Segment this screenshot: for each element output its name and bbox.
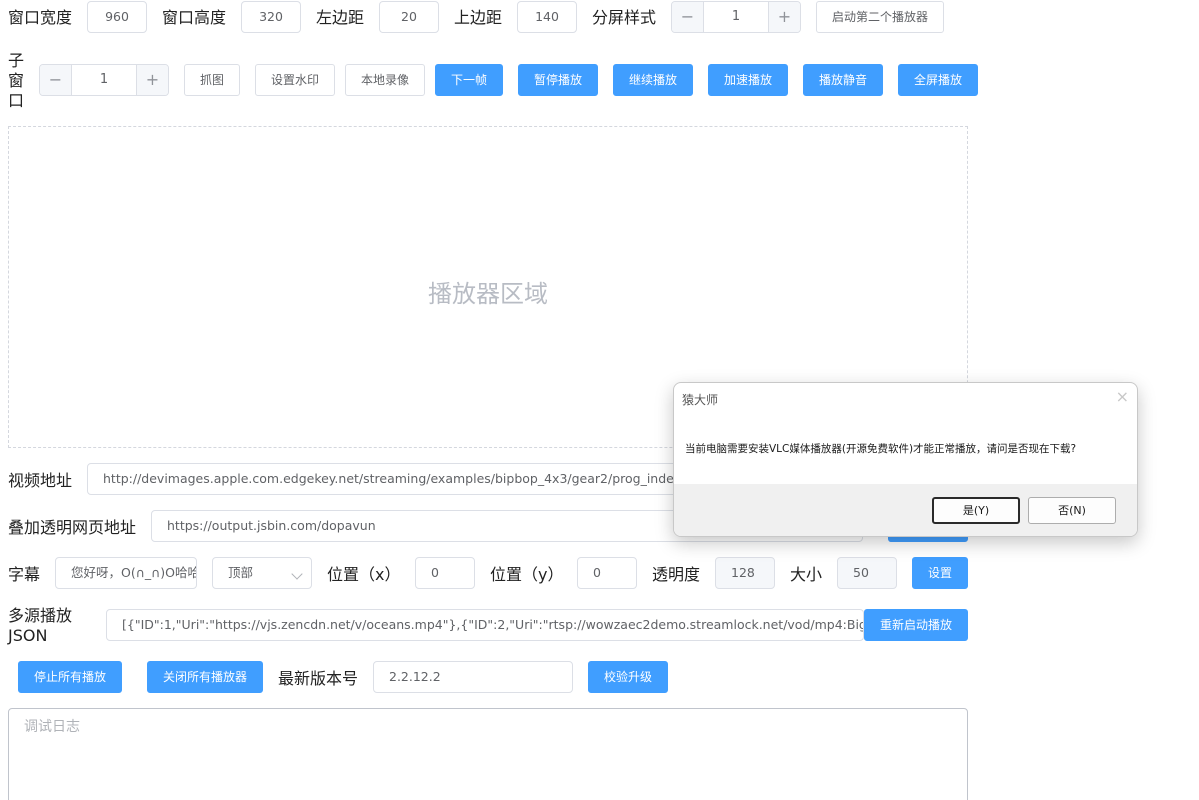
overlay-url-label: 叠加透明网页地址 <box>8 518 137 537</box>
position-x-label: 位置（x） <box>327 565 401 584</box>
sub-window-label-1: 子 <box>8 51 25 70</box>
opacity-label: 透明度 <box>652 565 701 584</box>
minus-icon[interactable]: − <box>40 65 72 95</box>
pause-play-button[interactable]: 暂停播放 <box>518 64 598 96</box>
window-width-label: 窗口宽度 <box>8 8 73 27</box>
top-margin-label: 上边距 <box>454 8 503 27</box>
player-placeholder: 播放器区域 <box>428 280 548 308</box>
position-y-label: 位置（y） <box>490 565 564 584</box>
left-margin-input[interactable]: 20 <box>379 1 439 33</box>
multi-source-label-1: 多源播放 <box>8 606 73 625</box>
plus-icon[interactable]: + <box>768 2 800 32</box>
stop-all-button[interactable]: 停止所有播放 <box>18 661 122 693</box>
sub-window-label-3: 口 <box>8 91 25 110</box>
split-style-stepper[interactable]: − 1 + <box>671 1 801 33</box>
left-margin-label: 左边距 <box>316 8 365 27</box>
set-watermark-button[interactable]: 设置水印 <box>255 64 335 96</box>
yes-button[interactable]: 是(Y) <box>932 497 1020 524</box>
close-all-players-button[interactable]: 关闭所有播放器 <box>147 661 263 693</box>
window-height-label: 窗口高度 <box>162 8 227 27</box>
resume-play-button[interactable]: 继续播放 <box>613 64 693 96</box>
video-url-label: 视频地址 <box>8 471 73 490</box>
mute-button[interactable]: 播放静音 <box>803 64 883 96</box>
debug-log-placeholder: 调试日志 <box>24 719 80 735</box>
chevron-down-icon <box>291 568 303 580</box>
split-style-value[interactable]: 1 <box>704 2 768 32</box>
debug-log-textarea[interactable]: 调试日志 <box>8 708 968 800</box>
restart-play-button[interactable]: 重新启动播放 <box>864 609 968 641</box>
size-label: 大小 <box>790 565 823 584</box>
plus-icon[interactable]: + <box>136 65 168 95</box>
position-x-input[interactable]: 0 <box>415 557 475 589</box>
window-height-input[interactable]: 320 <box>241 1 301 33</box>
speed-up-button[interactable]: 加速播放 <box>708 64 788 96</box>
video-url-input[interactable]: http://devimages.apple.com.edgekey.net/s… <box>87 463 687 495</box>
sub-window-label-2: 窗 <box>8 71 25 90</box>
dialog-footer: 是(Y) 否(N) <box>674 484 1137 536</box>
subtitle-position-select[interactable]: 顶部 <box>212 557 312 589</box>
subtitle-text-input[interactable]: 您好呀，O(∩_∩)O哈哈~ <box>55 557 197 589</box>
dialog-title: 猿大师 <box>682 393 719 407</box>
opacity-input[interactable]: 128 <box>715 557 775 589</box>
no-button[interactable]: 否(N) <box>1028 497 1116 524</box>
check-upgrade-button[interactable]: 校验升级 <box>588 661 668 693</box>
position-y-input[interactable]: 0 <box>577 557 637 589</box>
local-record-button[interactable]: 本地录像 <box>345 64 425 96</box>
subtitle-label: 字幕 <box>8 565 41 584</box>
top-margin-input[interactable]: 140 <box>517 1 577 33</box>
latest-version-input[interactable]: 2.2.12.2 <box>373 661 573 693</box>
latest-version-label: 最新版本号 <box>278 669 359 688</box>
subtitle-position-value: 顶部 <box>228 565 254 580</box>
multi-source-json-input[interactable]: [{"ID":1,"Uri":"https://vjs.zencdn.net/v… <box>106 609 864 641</box>
next-frame-button[interactable]: 下一帧 <box>435 64 503 96</box>
download-vlc-dialog: 猿大师 × 当前电脑需要安装VLC媒体播放器(开源免费软件)才能正常播放，请问是… <box>673 382 1138 537</box>
fullscreen-button[interactable]: 全屏播放 <box>898 64 978 96</box>
multi-source-label-2: JSON <box>8 626 48 645</box>
snapshot-button[interactable]: 抓图 <box>184 64 240 96</box>
subtitle-set-button[interactable]: 设置 <box>912 557 968 589</box>
minus-icon[interactable]: − <box>672 2 704 32</box>
sub-window-value[interactable]: 1 <box>72 65 136 95</box>
dialog-message: 当前电脑需要安装VLC媒体播放器(开源免费软件)才能正常播放，请问是否现在下载? <box>685 443 1077 455</box>
split-style-label: 分屏样式 <box>592 8 657 27</box>
launch-second-player-button[interactable]: 启动第二个播放器 <box>816 1 944 33</box>
window-width-input[interactable]: 960 <box>87 1 147 33</box>
close-icon[interactable]: × <box>1116 387 1129 406</box>
size-input[interactable]: 50 <box>837 557 897 589</box>
sub-window-stepper[interactable]: − 1 + <box>39 64 169 96</box>
